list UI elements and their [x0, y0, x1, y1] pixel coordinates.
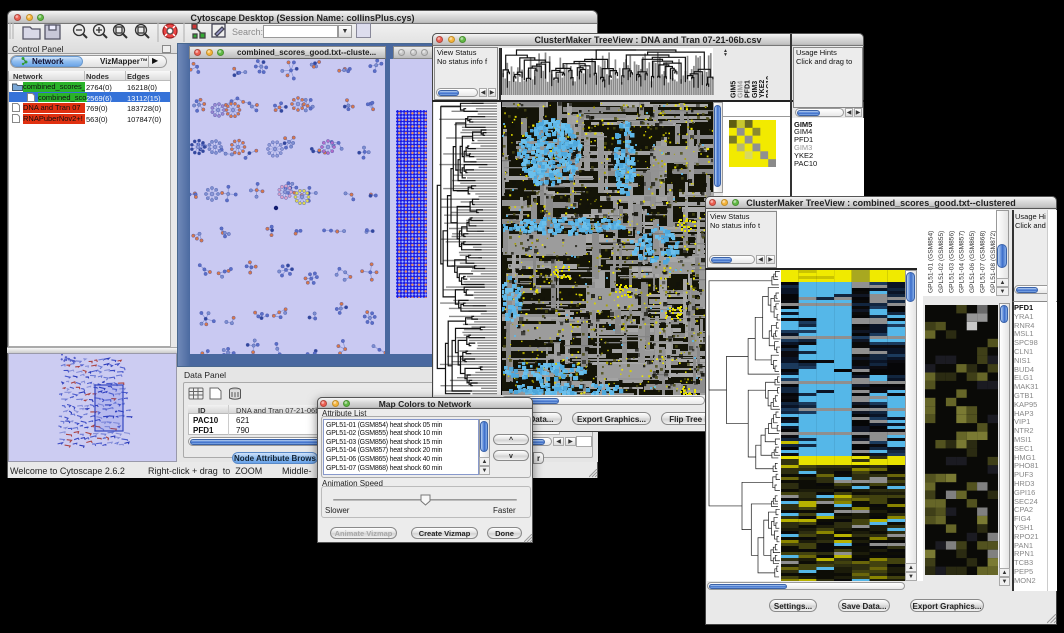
svg-text:GPL51-02 (GSM855): GPL51-02 (GSM855)	[938, 231, 945, 293]
svg-text:GPL51-03 (GSM856): GPL51-03 (GSM856)	[948, 231, 955, 293]
svg-text:GIM3: GIM3	[752, 81, 759, 98]
svg-text:GPL51-04 (GSM857): GPL51-04 (GSM857)	[959, 231, 966, 293]
svg-text:PAC10: PAC10	[766, 76, 768, 98]
svg-text:PFD1: PFD1	[745, 80, 752, 98]
svg-text:GPL51-06 (GSM865): GPL51-06 (GSM865)	[969, 231, 976, 293]
svg-text:YKE2: YKE2	[759, 80, 766, 98]
svg-text:GPL51-07 (GSM868): GPL51-07 (GSM868)	[980, 231, 987, 293]
svg-text:GPL51-01 (GSM854): GPL51-01 (GSM854)	[928, 231, 935, 293]
svg-text:GIM5: GIM5	[731, 81, 738, 98]
svg-text:GIM4: GIM4	[738, 81, 745, 98]
